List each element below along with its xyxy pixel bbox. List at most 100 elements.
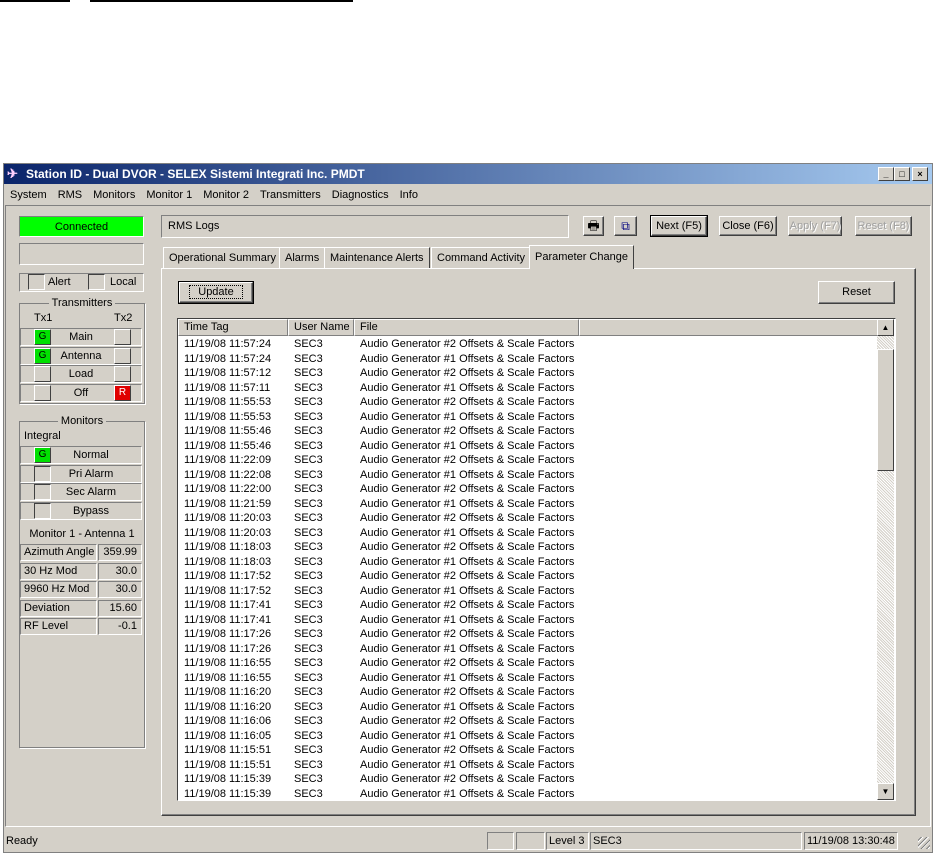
table-row[interactable]: 11/19/08 11:55:46 SEC3 Audio Generator #1 … [178, 439, 878, 453]
table-row[interactable]: 11/19/08 11:57:24 SEC3 Audio Generator #2 … [178, 337, 878, 351]
printer-icon[interactable]: 🖶 [583, 216, 604, 236]
close-window-button[interactable]: × [912, 167, 928, 181]
table-row[interactable]: 11/19/08 11:15:51 SEC3 Audio Generator #2 … [178, 743, 878, 757]
table-row[interactable]: 11/19/08 11:55:53 SEC3 Audio Generator #1 … [178, 410, 878, 424]
cell-user-name: SEC3 [294, 396, 323, 408]
scroll-up-button[interactable]: ▲ [877, 319, 894, 336]
reading-label: Azimuth Angle [20, 544, 97, 561]
table-row[interactable]: 11/19/08 11:22:09 SEC3 Audio Generator #2 … [178, 453, 878, 467]
maximize-button[interactable]: □ [894, 167, 910, 181]
table-row[interactable]: 11/19/08 11:20:03 SEC3 Audio Generator #1 … [178, 526, 878, 540]
table-row[interactable]: 11/19/08 11:22:00 SEC3 Audio Generator #2 … [178, 482, 878, 496]
monitor-label: Sec Alarm [65, 486, 117, 498]
tx2-label: Tx2 [114, 312, 133, 324]
reading-label: RF Level [20, 618, 97, 635]
reading-value: -0.1 [98, 618, 142, 635]
table-row[interactable]: 11/19/08 11:16:06 SEC3 Audio Generator #2 … [178, 714, 878, 728]
menu-monitor-2[interactable]: Monitor 2 [197, 186, 254, 204]
vertical-scrollbar[interactable]: ▲ ▼ [877, 319, 894, 800]
next-button[interactable]: Next (F5) [650, 215, 708, 237]
cell-user-name: SEC3 [294, 439, 323, 452]
cell-file: Audio Generator #2 Offsets & Scale Facto… [360, 396, 575, 408]
menu-diagnostics[interactable]: Diagnostics [326, 186, 394, 204]
table-row[interactable]: 11/19/08 11:21:59 SEC3 Audio Generator #1 … [178, 497, 878, 511]
status-panel-2 [516, 832, 545, 850]
table-row[interactable]: 11/19/08 11:17:41 SEC3 Audio Generator #2 … [178, 598, 878, 612]
column-time-tag[interactable]: Time Tag [178, 319, 288, 336]
menu-rms[interactable]: RMS [52, 186, 87, 204]
monitor-label: Normal [73, 449, 109, 461]
table-row[interactable]: 11/19/08 11:17:52 SEC3 Audio Generator #2 … [178, 569, 878, 583]
cell-time-tag: 11/19/08 11:15:51 [184, 744, 272, 756]
tab-operational-summary[interactable]: Operational Summary [163, 247, 282, 268]
table-row[interactable]: 11/19/08 11:20:03 SEC3 Audio Generator #2 … [178, 511, 878, 525]
status-level: Level 3 [546, 832, 589, 850]
table-row[interactable]: 11/19/08 11:16:55 SEC3 Audio Generator #2 … [178, 656, 878, 670]
table-row[interactable]: 11/19/08 11:15:39 SEC3 Audio Generator #2 … [178, 772, 878, 786]
reset-button[interactable]: Reset [818, 281, 895, 304]
update-button[interactable]: Update [178, 281, 254, 304]
menu-system[interactable]: System [4, 186, 52, 204]
tab-command-activity[interactable]: Command Activity [431, 247, 532, 268]
reading-label: Deviation [20, 599, 97, 617]
cell-time-tag: 11/19/08 11:57:24 [184, 338, 272, 350]
table-row[interactable]: 11/19/08 11:16:20 SEC3 Audio Generator #2 … [178, 685, 878, 699]
table-row[interactable]: 11/19/08 11:55:53 SEC3 Audio Generator #2 … [178, 395, 878, 409]
cell-user-name: SEC3 [294, 468, 323, 481]
close-button[interactable]: Close (F6) [719, 216, 777, 236]
cell-file: Audio Generator #1 Offsets & Scale Facto… [360, 439, 575, 452]
column-file[interactable]: File [354, 319, 579, 336]
table-row[interactable]: 11/19/08 11:15:39 SEC3 Audio Generator #1 … [178, 787, 878, 801]
menu-info[interactable]: Info [394, 186, 423, 204]
table-row[interactable]: 11/19/08 11:17:41 SEC3 Audio Generator #1 … [178, 613, 878, 627]
table-row[interactable]: 11/19/08 11:57:11 SEC3 Audio Generator #1 … [178, 381, 878, 395]
table-row[interactable]: 11/19/08 11:15:51 SEC3 Audio Generator #1 … [178, 758, 878, 772]
tx1-label: Tx1 [34, 312, 53, 324]
cell-user-name: SEC3 [294, 773, 323, 785]
table-row[interactable]: 11/19/08 11:17:52 SEC3 Audio Generator #1 … [178, 584, 878, 598]
table-row[interactable]: 11/19/08 11:16:20 SEC3 Audio Generator #1 … [178, 700, 878, 714]
table-row[interactable]: 11/19/08 11:17:26 SEC3 Audio Generator #2 … [178, 627, 878, 641]
scroll-down-button[interactable]: ▼ [877, 783, 894, 800]
cell-file: Audio Generator #1 Offsets & Scale Facto… [360, 758, 575, 771]
column-user-name[interactable]: User Name [288, 319, 354, 336]
cell-file: Audio Generator #2 Offsets & Scale Facto… [360, 454, 575, 466]
table-row[interactable]: 11/19/08 11:57:24 SEC3 Audio Generator #1 … [178, 352, 878, 366]
cell-file: Audio Generator #2 Offsets & Scale Facto… [360, 599, 575, 611]
transmitter-row: Main G [20, 328, 142, 346]
copy-icon[interactable]: ⧉ [614, 216, 637, 236]
cell-time-tag: 11/19/08 11:55:46 [184, 439, 272, 452]
cell-file: Audio Generator #1 Offsets & Scale Facto… [360, 352, 575, 365]
cell-file: Audio Generator #2 Offsets & Scale Facto… [360, 744, 575, 756]
menu-transmitters[interactable]: Transmitters [254, 186, 326, 204]
cell-time-tag: 11/19/08 11:20:03 [184, 512, 272, 524]
table-row[interactable]: 11/19/08 11:16:05 SEC3 Audio Generator #1 … [178, 729, 878, 743]
table-row[interactable]: 11/19/08 11:16:55 SEC3 Audio Generator #1 … [178, 671, 878, 685]
table-row[interactable]: 11/19/08 11:22:08 SEC3 Audio Generator #1 … [178, 468, 878, 482]
column-blank [579, 319, 878, 336]
menu-monitor-1[interactable]: Monitor 1 [140, 186, 197, 204]
tx1-indicator: G [34, 329, 51, 345]
cell-file: Audio Generator #1 Offsets & Scale Facto… [360, 555, 575, 568]
tab-maintenance-alerts[interactable]: Maintenance Alerts [324, 247, 430, 268]
integral-label: Integral [24, 430, 61, 442]
table-row[interactable]: 11/19/08 11:55:46 SEC3 Audio Generator #2 … [178, 424, 878, 438]
tx2-indicator [114, 366, 131, 382]
monitor-indicator: G [34, 447, 51, 463]
apply-button[interactable]: Apply (F7) [788, 216, 842, 236]
tab-alarms[interactable]: Alarms [279, 247, 326, 268]
cell-time-tag: 11/19/08 11:57:12 [184, 367, 272, 379]
table-row[interactable]: 11/19/08 11:17:26 SEC3 Audio Generator #1 … [178, 642, 878, 656]
table-row[interactable]: 11/19/08 11:18:03 SEC3 Audio Generator #2 … [178, 540, 878, 554]
tab-parameter-change[interactable]: Parameter Change [529, 245, 634, 269]
minimize-button[interactable]: _ [878, 167, 894, 181]
table-row[interactable]: 11/19/08 11:18:03 SEC3 Audio Generator #1 … [178, 555, 878, 569]
monitor-label: Bypass [72, 504, 110, 517]
reading-label: 30 Hz Mod [20, 562, 97, 580]
resize-grip[interactable] [918, 837, 930, 849]
reset-f8-button[interactable]: Reset (F8) [855, 216, 912, 236]
scroll-thumb[interactable] [877, 349, 894, 471]
parameter-change-list[interactable]: Time Tag User Name File 11/19/08 11:57:2… [177, 318, 896, 801]
table-row[interactable]: 11/19/08 11:57:12 SEC3 Audio Generator #2 … [178, 366, 878, 380]
menu-monitors[interactable]: Monitors [87, 186, 140, 204]
